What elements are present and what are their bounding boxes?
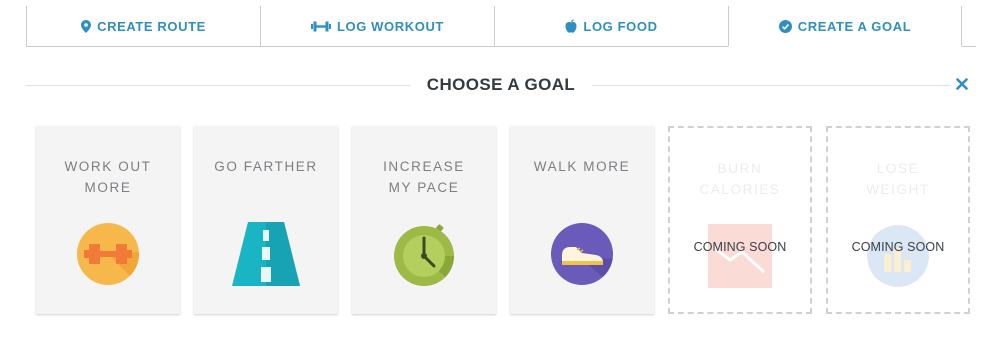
tab-bar-divider <box>962 46 976 47</box>
goal-label: INCREASE MY PACE <box>383 159 465 195</box>
close-button[interactable] <box>952 76 972 96</box>
tab-log-workout[interactable]: LOG WORKOUT <box>260 6 494 47</box>
goal-label: WORK OUT MORE <box>64 159 152 195</box>
shoe-badge-icon <box>550 222 614 286</box>
road-badge-icon <box>232 222 300 286</box>
tab-label: CREATE ROUTE <box>97 18 206 34</box>
goal-card-increase-my-pace[interactable]: INCREASE MY PACE <box>352 126 496 314</box>
map-pin-icon <box>81 19 92 33</box>
chart-down-badge-icon <box>708 224 772 288</box>
dumbbell-badge-icon <box>76 222 140 286</box>
goal-card-work-out-more[interactable]: WORK OUT MORE <box>36 126 180 314</box>
apple-icon <box>565 19 577 33</box>
goal-card-burn-calories: BURN CALORIES COMING SOON <box>668 126 812 314</box>
coming-soon-label: COMING SOON <box>693 240 787 254</box>
goal-card-go-farther[interactable]: GO FARTHER <box>194 126 338 314</box>
goal-label: GO FARTHER <box>214 159 318 174</box>
goal-label: BURN CALORIES <box>699 161 781 197</box>
dumbbell-icon <box>311 21 331 32</box>
bar-chart-badge-icon <box>866 224 930 288</box>
tab-create-route[interactable]: CREATE ROUTE <box>26 6 260 47</box>
stopwatch-badge-icon <box>392 222 456 286</box>
divider-line <box>26 85 410 86</box>
goal-label: LOSE WEIGHT <box>866 161 930 197</box>
goal-card-walk-more[interactable]: WALK MORE <box>510 126 654 314</box>
tab-create-a-goal[interactable]: CREATE A GOAL <box>728 6 962 47</box>
divider-line <box>592 85 950 86</box>
coming-soon-label: COMING SOON <box>851 240 945 254</box>
tab-bar: CREATE ROUTE LOG WORKOUT LOG FOOD CREATE… <box>26 6 976 47</box>
check-circle-icon <box>778 19 792 33</box>
close-icon <box>956 77 968 95</box>
goal-label: WALK MORE <box>533 159 631 174</box>
tab-label: LOG WORKOUT <box>337 18 444 34</box>
page-title: CHOOSE A GOAL <box>426 75 576 94</box>
tab-label: LOG FOOD <box>583 18 658 34</box>
tab-log-food[interactable]: LOG FOOD <box>494 6 728 47</box>
goal-heading-row: CHOOSE A GOAL <box>26 74 976 98</box>
tab-label: CREATE A GOAL <box>797 18 912 34</box>
goal-card-lose-weight: LOSE WEIGHT COMING SOON <box>826 126 970 314</box>
goal-options: WORK OUT MORE GO FARTHER INCREASE MY PAC… <box>36 126 976 316</box>
